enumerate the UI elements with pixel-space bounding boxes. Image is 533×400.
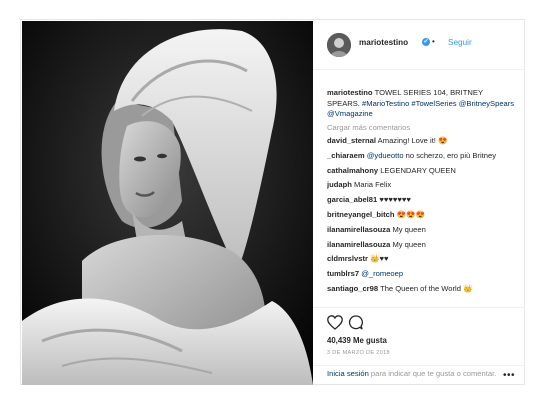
- post-header: mariotestino ✔ • Seguir: [313, 20, 525, 70]
- comment-item: santiago_cr98 The Queen of the World 👑: [327, 284, 515, 295]
- follow-button[interactable]: Seguir: [448, 38, 472, 47]
- comment-item: tumblrs7 @_romeoep: [327, 269, 515, 280]
- load-more-comments-button[interactable]: Cargar más comentarios: [327, 123, 515, 134]
- comment-text: My queen: [392, 239, 426, 249]
- comment-username[interactable]: ilanamirellasouza: [327, 225, 390, 234]
- comments-list[interactable]: mariotestino TOWEL SERIES 104, BRITNEY S…: [327, 88, 515, 307]
- post-actions: 40,439 Me gusta 3 DE MARZO DE 2018 Inici…: [313, 307, 525, 384]
- comment-username[interactable]: tumblrs7: [327, 269, 359, 278]
- caption-username[interactable]: mariotestino: [327, 88, 373, 97]
- login-prompt-text: para indicar que te gusta o comentar.: [370, 369, 497, 378]
- post-author-username[interactable]: mariotestino: [359, 38, 408, 47]
- comment-username[interactable]: santiago_cr98: [327, 284, 378, 293]
- comment-username[interactable]: cathalmahony: [327, 166, 378, 175]
- comment-bubble-icon[interactable]: [348, 315, 363, 330]
- comment-text: Maria Felix: [354, 180, 392, 190]
- heart-icon[interactable]: [327, 315, 343, 330]
- comment-item: ilanamirellasouza My queen: [327, 225, 515, 236]
- comment-username[interactable]: david_sternal: [327, 136, 376, 145]
- instagram-post: mariotestino ✔ • Seguir mariotestino TOW…: [20, 19, 525, 385]
- comment-item: david_sternal Amazing! Love it! 😍: [327, 136, 515, 147]
- comment-item: judaph Maria Felix: [327, 180, 515, 191]
- avatar[interactable]: [327, 33, 351, 57]
- comment-mention[interactable]: @ydueotto: [367, 151, 404, 160]
- verified-badge-icon: ✔: [422, 38, 430, 46]
- likes-count[interactable]: 40,439 Me gusta: [327, 336, 387, 345]
- login-link[interactable]: Inicia sesión: [327, 369, 369, 378]
- divider: [313, 365, 525, 366]
- photo-illustration: [22, 21, 313, 385]
- comment-text: no scherzo, ero più Britney: [405, 150, 496, 160]
- post-date: 3 DE MARZO DE 2018: [327, 350, 390, 356]
- comment-text: LEGENDARY QUEEN: [380, 165, 456, 175]
- comment-text: Amazing! Love it! 😍: [377, 136, 448, 145]
- comment-text: My queen: [392, 224, 426, 234]
- comment-item: _chiaraem @ydueotto no scherzo, ero più …: [327, 151, 515, 162]
- comment-username[interactable]: judaph: [327, 180, 352, 189]
- more-options-icon[interactable]: •••: [503, 370, 515, 381]
- comment-item: garcia_abel81 ♥♥♥♥♥♥♥: [327, 195, 515, 206]
- avatar-image: [327, 33, 351, 57]
- comment-text: ♥♥♥♥♥♥♥: [379, 195, 411, 205]
- comment-item: cathalmahony LEGENDARY QUEEN: [327, 166, 515, 177]
- comment-username[interactable]: _chiaraem: [327, 151, 365, 160]
- comment-mention[interactable]: @_romeoep: [361, 269, 403, 278]
- post-caption: mariotestino TOWEL SERIES 104, BRITNEY S…: [327, 88, 515, 120]
- comment-username[interactable]: ilanamirellasouza: [327, 240, 390, 249]
- post-photo[interactable]: [22, 21, 313, 385]
- comment-username[interactable]: garcia_abel81: [327, 195, 377, 204]
- separator-dot: •: [432, 37, 435, 46]
- comment-username[interactable]: cldmrslvstr: [327, 254, 368, 263]
- post-sidebar: mariotestino ✔ • Seguir mariotestino TOW…: [313, 20, 525, 384]
- comment-text: The Queen of the World 👑: [380, 283, 473, 293]
- comment-item: cldmrslvstr 👑♥♥: [327, 254, 515, 265]
- comment-item: ilanamirellasouza My queen: [327, 240, 515, 251]
- comment-text: 👑♥♥: [370, 254, 389, 264]
- comment-username[interactable]: britneyangel_bitch: [327, 210, 395, 219]
- login-prompt: Inicia sesión para indicar que te gusta …: [327, 368, 497, 379]
- comment-text: 😍😍😍: [396, 209, 426, 219]
- comment-item: britneyangel_bitch 😍😍😍: [327, 210, 515, 221]
